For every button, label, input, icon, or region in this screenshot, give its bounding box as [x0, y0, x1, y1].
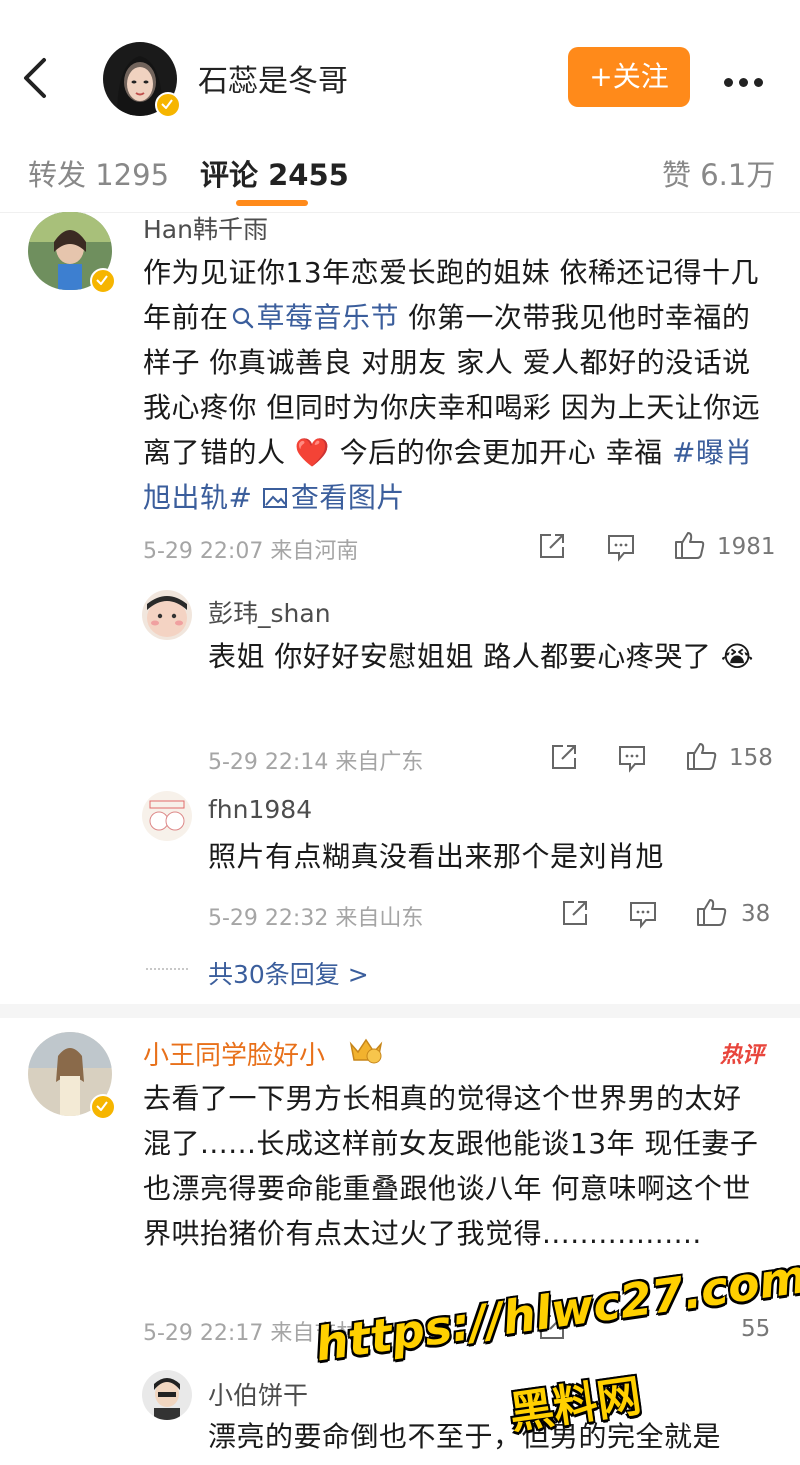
- search-icon: [232, 307, 253, 329]
- watermark-url: https://hlwc27.com: [312, 1249, 800, 1372]
- view-image-link[interactable]: 查看图片: [262, 481, 405, 514]
- top-bar: 石蕊是冬哥 +关注: [0, 0, 800, 125]
- like-icon[interactable]: [674, 530, 706, 564]
- reply-name[interactable]: 彭玮_shan: [208, 594, 331, 630]
- image-icon: [262, 488, 287, 508]
- crying-emoji: 😭: [720, 640, 754, 673]
- reply-icon[interactable]: [606, 532, 636, 566]
- reply-name[interactable]: 小伯饼干: [208, 1376, 308, 1412]
- commenter-name[interactable]: 小王同学脸好小: [143, 1035, 325, 1072]
- like-icon[interactable]: [696, 897, 728, 931]
- reply-text: 漂亮的要命倒也不至于，但男的完全就是: [208, 1420, 722, 1453]
- reply-avatar[interactable]: [142, 590, 192, 640]
- more-options-icon[interactable]: [724, 72, 769, 91]
- heart-emoji: ❤️: [294, 436, 331, 469]
- back-icon[interactable]: [18, 56, 54, 100]
- verified-badge-icon: [90, 1094, 116, 1120]
- reply-icon[interactable]: [617, 743, 647, 777]
- author-name[interactable]: 石蕊是冬哥: [198, 56, 348, 100]
- follow-button[interactable]: +关注: [568, 47, 690, 107]
- reply-avatar[interactable]: [142, 1370, 192, 1420]
- like-count: 158: [729, 745, 773, 771]
- thread-connector: [146, 968, 188, 970]
- comment-text: 作为见证你13年恋爱长跑的姐妹 依稀还记得十几年前在 草莓音乐节 你第一次带我见他…: [143, 256, 761, 514]
- tab-likes[interactable]: 赞 6.1万: [662, 152, 775, 194]
- reply-icon[interactable]: [628, 899, 658, 933]
- topic-link[interactable]: 草莓音乐节: [229, 301, 400, 334]
- verified-badge-icon: [155, 92, 181, 118]
- reply-name[interactable]: fhn1984: [208, 795, 312, 824]
- post-tabs: 转发 1295 评论 2455 赞 6.1万: [0, 124, 800, 213]
- like-count: 38: [741, 901, 771, 927]
- crown-badge-icon: [348, 1036, 384, 1070]
- verified-badge-icon: [90, 268, 116, 294]
- comment-text: 去看了一下男方长相真的觉得这个世界男的太好混了......长成这样前女友跟他能谈…: [143, 1082, 759, 1250]
- share-icon[interactable]: [549, 742, 579, 776]
- comment-meta: 5-29 22:07 来自河南: [143, 539, 359, 564]
- reply-meta: 5-29 22:14 来自广东: [208, 750, 424, 775]
- section-divider: [0, 1004, 800, 1018]
- share-icon[interactable]: [537, 531, 567, 565]
- active-tab-indicator: [236, 200, 308, 206]
- reply-text: 照片有点糊真没看出来那个是刘肖旭: [208, 840, 665, 873]
- share-icon[interactable]: [560, 898, 590, 932]
- like-count: 1981: [717, 534, 776, 560]
- like-icon[interactable]: [686, 741, 718, 775]
- view-more-replies-link[interactable]: 共30条回复 >: [208, 955, 369, 991]
- reply-text: 表姐 你好好安慰姐姐 路人都要心疼哭了 😭: [208, 640, 754, 673]
- reply-avatar[interactable]: [142, 791, 192, 841]
- hot-comment-badge: 热评: [720, 1043, 765, 1068]
- tab-comments[interactable]: 评论 2455: [200, 152, 349, 194]
- tab-repost[interactable]: 转发 1295: [28, 152, 169, 194]
- reply-meta: 5-29 22:32 来自山东: [208, 906, 424, 931]
- commenter-name[interactable]: Han韩千雨: [143, 210, 268, 246]
- like-count: 55: [741, 1316, 771, 1342]
